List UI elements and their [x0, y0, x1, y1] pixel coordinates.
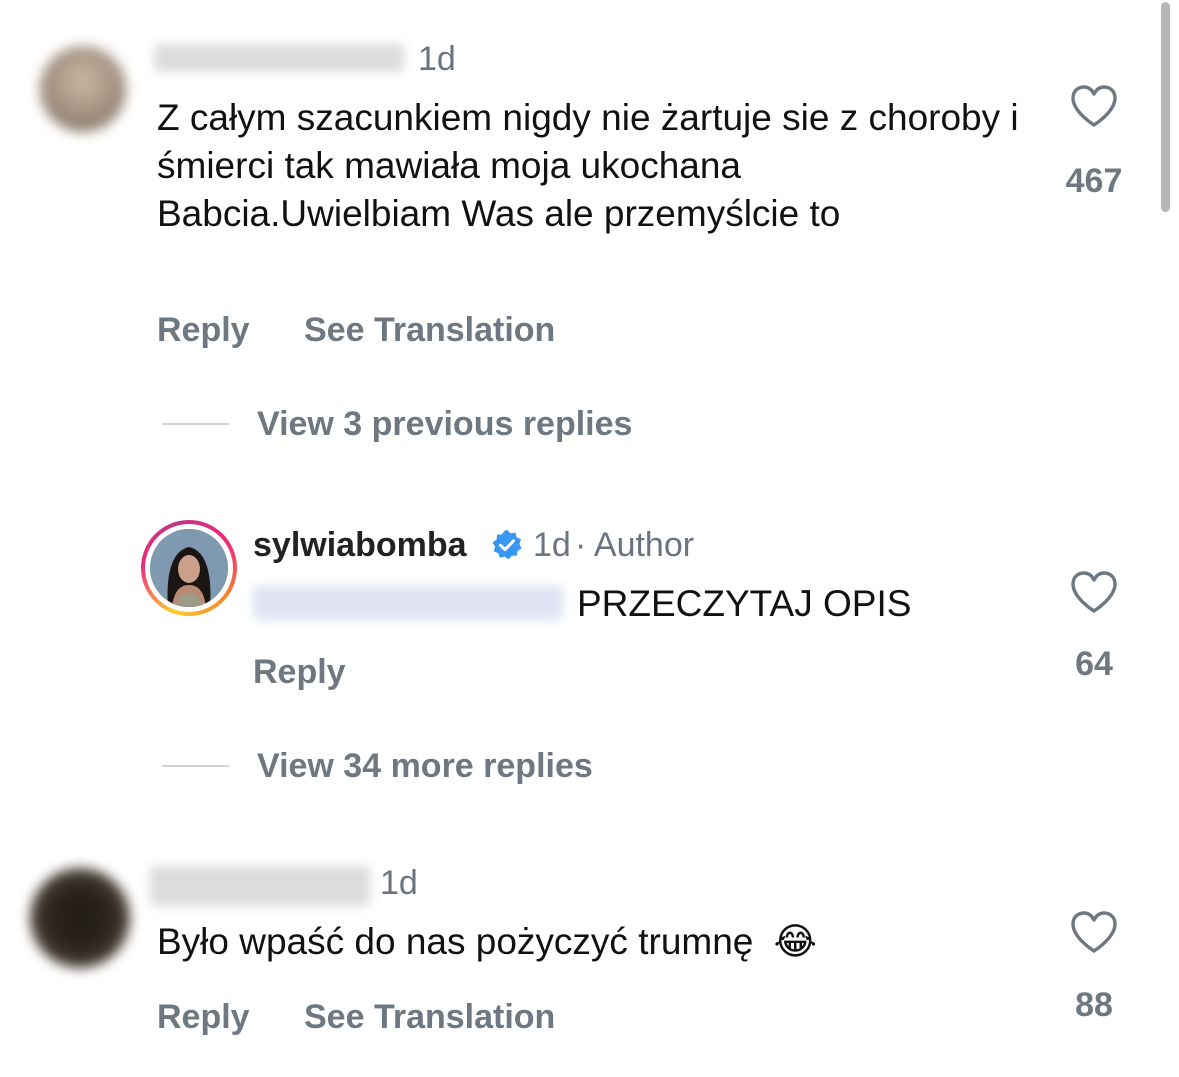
verified-badge-icon — [491, 529, 523, 566]
view-more-replies-link[interactable]: View 34 more replies — [257, 749, 593, 783]
username-redacted[interactable] — [150, 866, 370, 906]
thread-divider — [162, 423, 229, 425]
like-count: 64 — [1075, 645, 1113, 683]
avatar[interactable] — [40, 46, 126, 132]
reply-button[interactable]: Reply — [157, 313, 250, 347]
mention-redacted[interactable] — [253, 586, 563, 620]
comment-text: Było wpaść do nas pożyczyć trumnę 😂 — [157, 918, 817, 966]
username-redacted[interactable] — [154, 44, 404, 72]
comment-time: 1d — [418, 40, 456, 78]
reply-button[interactable]: Reply — [253, 655, 346, 689]
thread-divider — [162, 765, 229, 767]
avatar-portrait — [150, 529, 228, 607]
laughing-emoji-icon: 😂 — [773, 921, 817, 962]
comment-text: Z całym szacunkiem nigdy nie żartuje sie… — [157, 97, 1019, 234]
like-button[interactable] — [1070, 84, 1118, 133]
avatar[interactable] — [30, 868, 130, 968]
heart-outline-icon — [1071, 571, 1117, 613]
avatar[interactable] — [150, 529, 228, 607]
see-translation-button[interactable]: See Translation — [304, 1000, 555, 1034]
heart-outline-icon — [1071, 85, 1117, 127]
comment-text-content: Było wpaść do nas pożyczyć trumnę — [157, 921, 754, 962]
username[interactable]: sylwiabomba — [253, 528, 467, 562]
see-translation-button[interactable]: See Translation — [304, 313, 555, 347]
comment-time: 1d — [533, 526, 571, 564]
author-label: · Author — [575, 526, 695, 564]
like-button[interactable] — [1070, 570, 1118, 619]
like-button[interactable] — [1070, 910, 1118, 959]
comment-text: PRZECZYTAJ OPIS — [577, 583, 912, 624]
like-count: 467 — [1065, 162, 1123, 200]
scrollbar[interactable] — [1161, 2, 1170, 212]
heart-outline-icon — [1071, 911, 1117, 953]
reply-button[interactable]: Reply — [157, 1000, 250, 1034]
view-previous-replies-link[interactable]: View 3 previous replies — [257, 407, 632, 441]
comment-time: 1d — [380, 864, 418, 902]
like-count: 88 — [1075, 986, 1113, 1024]
